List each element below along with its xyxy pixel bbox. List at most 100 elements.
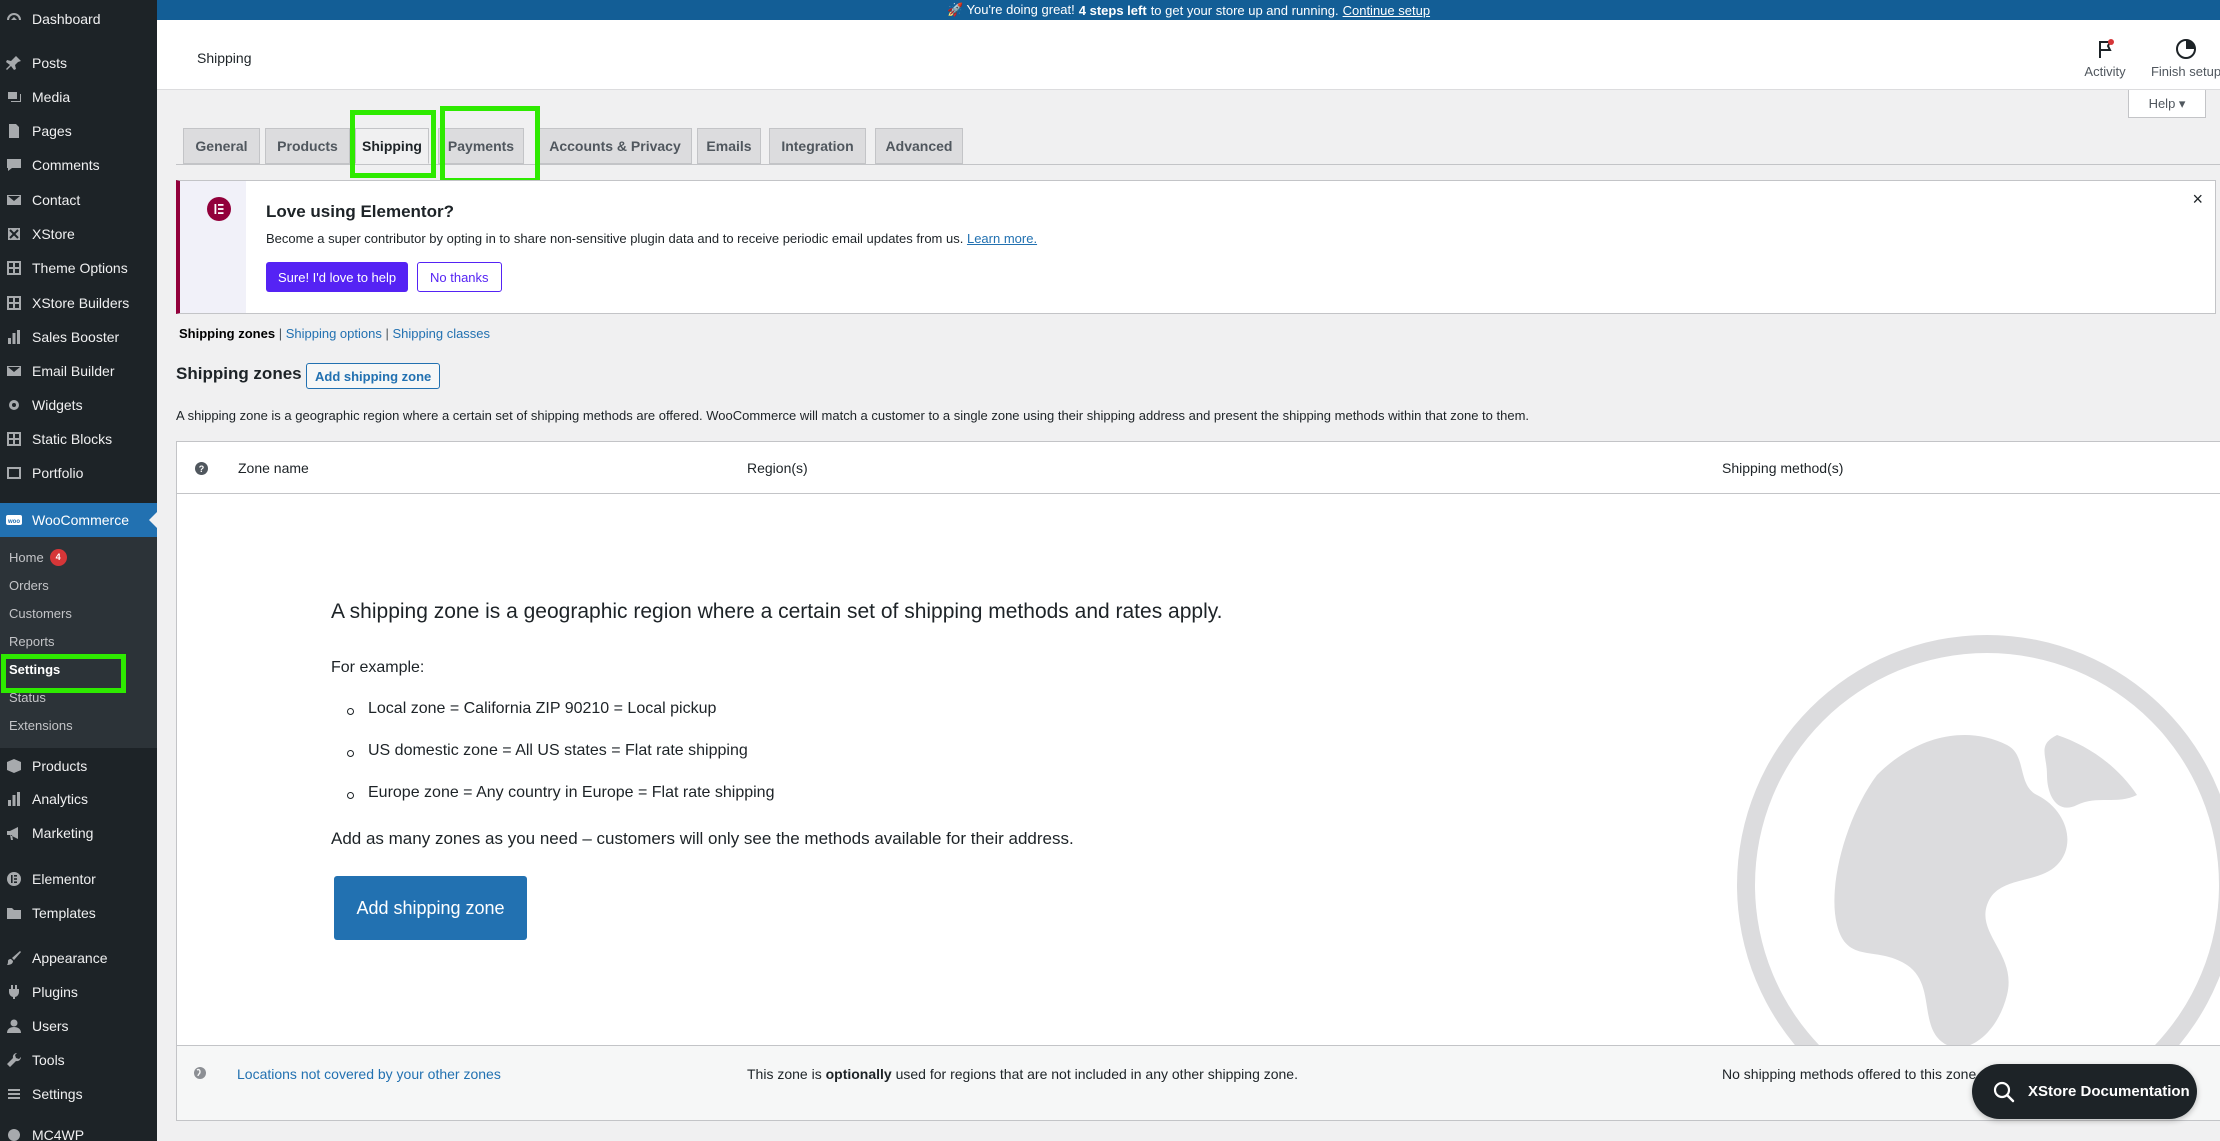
svg-text:woo: woo xyxy=(7,519,20,525)
table-header: ? Zone name Region(s) Shipping method(s) xyxy=(177,442,2220,494)
mail-icon xyxy=(6,363,22,379)
finish-setup-button[interactable]: Finish setup xyxy=(2146,38,2220,79)
mc4wp-icon xyxy=(6,1127,22,1141)
sidebar-item-label: Templates xyxy=(32,905,96,921)
submenu-item-customers[interactable]: Customers xyxy=(9,603,72,623)
submenu-item-label: Customers xyxy=(9,605,72,621)
folder-icon xyxy=(6,905,22,921)
tab-shipping[interactable]: Shipping xyxy=(355,128,429,164)
tab-products[interactable]: Products xyxy=(265,128,350,164)
tab-accounts-privacy[interactable]: Accounts & Privacy xyxy=(538,128,692,164)
subnav-shipping-classes[interactable]: Shipping classes xyxy=(392,326,490,341)
sidebar-item-label: XStore xyxy=(32,226,75,242)
column-zone-name: Zone name xyxy=(238,460,309,476)
sidebar-item-dashboard[interactable]: Dashboard xyxy=(0,2,157,36)
sidebar-item-xstore[interactable]: XStore xyxy=(0,217,157,251)
sidebar-item-label: Settings xyxy=(32,1086,83,1102)
bullet xyxy=(347,708,354,715)
example-item: Europe zone = Any country in Europe = Fl… xyxy=(368,784,775,801)
shipping-zones-description: A shipping zone is a geographic region w… xyxy=(176,408,1530,423)
sidebar-item-email-builder[interactable]: Email Builder xyxy=(0,354,157,388)
megaphone-icon xyxy=(6,825,22,841)
opt-in-button[interactable]: Sure! I'd love to help xyxy=(266,262,409,292)
submenu-item-reports[interactable]: Reports xyxy=(9,631,55,651)
settings-icon xyxy=(6,1086,22,1102)
column-shipping-methods: Shipping method(s) xyxy=(1722,460,1844,476)
sidebar-item-marketing[interactable]: Marketing xyxy=(0,816,157,850)
add-shipping-zone-primary-button[interactable]: Add shipping zone xyxy=(334,876,527,940)
help-tab[interactable]: Help ▾ xyxy=(2128,90,2206,118)
grid-icon xyxy=(6,295,22,311)
bullet xyxy=(347,750,354,757)
subnav-separator: | xyxy=(385,326,389,341)
sidebar-item-comments[interactable]: Comments xyxy=(0,148,157,182)
sidebar-item-label: Email Builder xyxy=(32,363,115,379)
sidebar-item-mc4wp[interactable]: MC4WP xyxy=(0,1118,157,1141)
sidebar-item-widgets[interactable]: Widgets xyxy=(0,388,157,422)
sidebar-item-tools[interactable]: Tools xyxy=(0,1043,157,1077)
submenu-item-label: Home xyxy=(9,549,44,565)
submenu-item-settings[interactable]: Settings xyxy=(9,659,60,679)
help-icon[interactable]: ? xyxy=(195,462,208,475)
sidebar-item-products[interactable]: Products xyxy=(0,749,157,783)
sidebar-item-label: Static Blocks xyxy=(32,431,113,447)
elementor-notice: Love using Elementor? Become a super con… xyxy=(176,180,2216,314)
sidebar-item-portfolio[interactable]: Portfolio xyxy=(0,456,157,490)
notice-title: Love using Elementor? xyxy=(266,202,454,221)
woocommerce-submenu: Home 4 Orders Customers Reports Settings… xyxy=(0,537,157,748)
submenu-item-label: Status xyxy=(9,689,46,705)
submenu-item-extensions[interactable]: Extensions xyxy=(9,715,73,735)
activity-button[interactable]: Activity xyxy=(2065,38,2145,79)
page-title: Shipping xyxy=(197,50,252,66)
add-shipping-zone-button[interactable]: Add shipping zone xyxy=(306,363,441,389)
tab-integration[interactable]: Integration xyxy=(769,128,866,164)
tab-advanced[interactable]: Advanced xyxy=(875,128,963,164)
portfolio-icon xyxy=(6,465,22,481)
sidebar-item-label: Products xyxy=(32,758,88,774)
tab-general[interactable]: General xyxy=(183,128,260,164)
close-icon[interactable]: × xyxy=(2192,189,2203,210)
sidebar-item-analytics[interactable]: Analytics xyxy=(0,782,157,816)
subnav-shipping-options[interactable]: Shipping options xyxy=(286,326,382,341)
example-item: Local zone = California ZIP 90210 = Loca… xyxy=(368,700,717,717)
rest-of-world-description: This zone is optionally used for regions… xyxy=(747,1066,1298,1082)
continue-setup-link[interactable]: Continue setup xyxy=(1343,3,1430,18)
plugin-icon xyxy=(6,984,22,1000)
setup-notice-bar: 🚀 You're doing great! 4 steps left to ge… xyxy=(157,0,2220,20)
no-thanks-button[interactable]: No thanks xyxy=(417,262,502,292)
sidebar-item-contact[interactable]: Contact xyxy=(0,183,157,217)
sidebar-item-theme-options[interactable]: Theme Options xyxy=(0,251,157,285)
no-shipping-methods-text: No shipping methods offered to this zone… xyxy=(1722,1066,1981,1082)
sidebar-item-posts[interactable]: Posts xyxy=(0,46,157,80)
xstore-documentation-button[interactable]: XStore Documentation xyxy=(1972,1064,2197,1119)
notice-icon-column xyxy=(180,181,246,313)
woo-icon: woo xyxy=(6,512,22,528)
submenu-item-home[interactable]: Home 4 xyxy=(9,547,67,567)
tabs-divider xyxy=(176,164,2220,165)
notification-badge: 4 xyxy=(49,548,67,566)
sidebar-item-pages[interactable]: Pages xyxy=(0,114,157,148)
locations-not-covered-link[interactable]: Locations not covered by your other zone… xyxy=(237,1066,501,1082)
submenu-item-orders[interactable]: Orders xyxy=(9,575,49,595)
sidebar-item-media[interactable]: Media xyxy=(0,80,157,114)
example-label: For example: xyxy=(331,659,425,676)
sidebar-item-plugins[interactable]: Plugins xyxy=(0,975,157,1009)
sidebar-item-elementor[interactable]: Elementor xyxy=(0,862,157,896)
sidebar-item-static-blocks[interactable]: Static Blocks xyxy=(0,422,157,456)
learn-more-link[interactable]: Learn more. xyxy=(967,231,1037,246)
sidebar-item-label: Sales Booster xyxy=(32,329,120,345)
sidebar-item-woocommerce[interactable]: woo WooCommerce xyxy=(0,503,157,537)
submenu-item-status[interactable]: Status xyxy=(9,687,46,707)
subnav-shipping-zones[interactable]: Shipping zones xyxy=(179,326,275,341)
sidebar-item-sales-booster[interactable]: Sales Booster xyxy=(0,320,157,354)
description-suffix: used for regions that are not included i… xyxy=(895,1066,1298,1082)
sidebar-item-users[interactable]: Users xyxy=(0,1009,157,1043)
blank-state-hint: Add as many zones as you need – customer… xyxy=(331,829,1074,848)
sidebar-item-xstore-builders[interactable]: XStore Builders xyxy=(0,286,157,320)
tab-emails[interactable]: Emails xyxy=(697,128,761,164)
sidebar-item-settings[interactable]: Settings xyxy=(0,1077,157,1111)
sidebar-item-templates[interactable]: Templates xyxy=(0,896,157,930)
tab-payments[interactable]: Payments xyxy=(438,128,524,164)
current-menu-arrow xyxy=(149,512,157,528)
sidebar-item-appearance[interactable]: Appearance xyxy=(0,941,157,975)
